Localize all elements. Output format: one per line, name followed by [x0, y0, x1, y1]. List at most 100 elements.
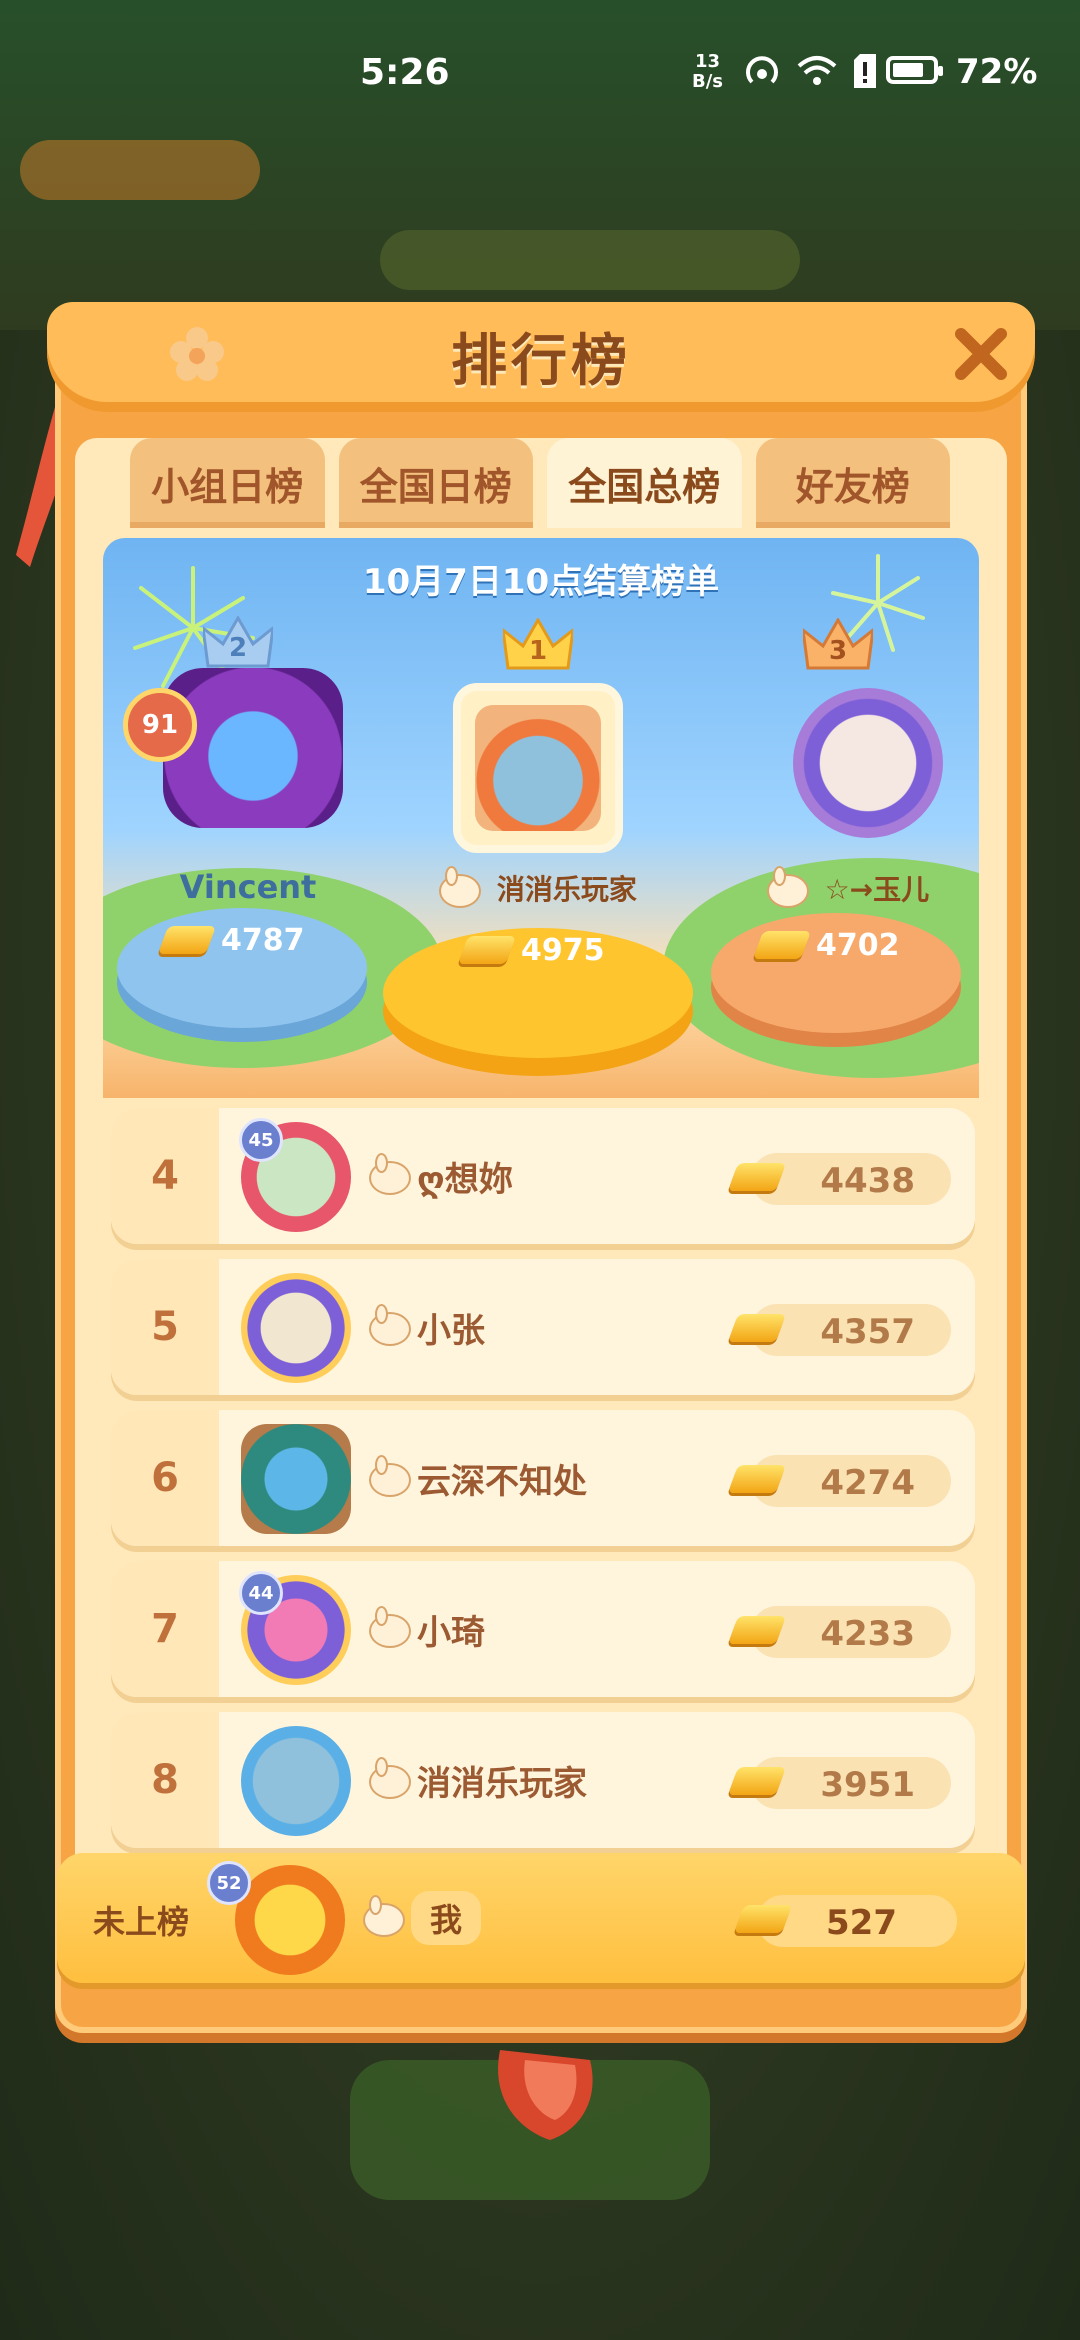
my-avatar[interactable] — [235, 1865, 345, 1975]
score-value: 4357 — [820, 1312, 915, 1352]
hotspot-icon — [746, 56, 778, 84]
status-icons — [742, 54, 878, 88]
tab-friends[interactable]: 好友榜 — [755, 438, 950, 528]
status-bar: 5:26 13 B/s 72% — [0, 40, 1080, 110]
gold-bar-icon — [727, 1314, 787, 1342]
rank-number: 7 — [111, 1561, 219, 1697]
list-item[interactable]: 4 45 ღ想妳 4438 — [111, 1108, 975, 1244]
podium-rank-third: 3 — [828, 636, 848, 666]
player-avatar-first[interactable] — [453, 683, 623, 853]
my-rank-row[interactable]: 未上榜 52 我 527 — [57, 1853, 1025, 1983]
ribbon-decoration — [498, 2050, 593, 2140]
player-name: ღ想妳 — [417, 1160, 513, 1200]
leaderboard-dialog: 排行榜 小组日榜 全国日榜 全国总榜 好友榜 10月7日10点结算榜单 2 91… — [47, 302, 1035, 2033]
podium-rank-first: 1 — [528, 636, 548, 666]
bunny-badge-icon — [369, 1606, 411, 1648]
player-name: 小张 — [417, 1311, 485, 1351]
bunny-badge-icon — [369, 1153, 411, 1195]
gold-bar-icon — [727, 1616, 787, 1644]
list-item[interactable]: 5 小张 4357 — [111, 1259, 975, 1395]
avatar[interactable] — [241, 1273, 351, 1383]
ranking-list: 4 45 ღ想妳 4438 5 小张 4357 6 云深不知处 4274 7 4… — [111, 1108, 975, 1863]
tab-national-total[interactable]: 全国总榜 — [547, 438, 742, 528]
gold-bar-icon — [733, 1905, 793, 1933]
score-value: 4438 — [820, 1161, 915, 1201]
list-item[interactable]: 6 云深不知处 4274 — [111, 1410, 975, 1546]
my-score-value: 527 — [826, 1903, 897, 1943]
avatar-image — [475, 705, 601, 831]
player-name: 云深不知处 — [417, 1462, 587, 1502]
avatar[interactable] — [241, 1424, 351, 1534]
bunny-badge-icon — [363, 1895, 405, 1937]
score-box: 4274 — [727, 1455, 951, 1507]
player-name: 消消乐玩家 — [417, 1764, 587, 1804]
podium-score-second-value: 4787 — [221, 922, 305, 958]
wifi-icon — [797, 56, 837, 85]
tab-bar: 小组日榜 全国日榜 全国总榜 好友榜 — [130, 438, 950, 528]
network-speed: 13 B/s — [692, 52, 723, 92]
podium-name-first: 消消乐玩家 — [496, 873, 637, 906]
gold-bar-icon — [727, 1767, 787, 1795]
tab-national-daily[interactable]: 全国日榜 — [338, 438, 533, 528]
podium-name-third: ☆→玉儿 — [824, 873, 930, 906]
podium-score-third: 4702 — [752, 923, 900, 967]
podium-score-third-value: 4702 — [816, 927, 900, 963]
list-item[interactable]: 8 消消乐玩家 3951 — [111, 1712, 975, 1848]
score-value: 3951 — [820, 1765, 915, 1805]
podium-name-first-row: 消消乐玩家 — [403, 866, 673, 908]
battery-percent: 72% — [956, 52, 1038, 92]
level-badge: 45 — [239, 1118, 283, 1162]
bunny-badge-icon — [369, 1304, 411, 1346]
score-value: 4233 — [820, 1614, 915, 1654]
level-badge: 44 — [239, 1571, 283, 1615]
gold-bar-icon — [752, 931, 812, 959]
close-icon — [955, 328, 1007, 380]
bunny-badge-icon — [369, 1455, 411, 1497]
gold-bar-icon — [727, 1163, 787, 1191]
gold-bar-icon — [727, 1465, 787, 1493]
rank-number: 4 — [111, 1108, 219, 1244]
player-level-badge: 91 — [123, 688, 197, 762]
podium-score-first: 4975 — [457, 928, 605, 972]
score-box: 3951 — [727, 1757, 951, 1809]
rank-number: 5 — [111, 1259, 219, 1395]
status-time: 5:26 — [360, 52, 450, 93]
gold-bar-icon — [457, 936, 517, 964]
avatar[interactable] — [241, 1726, 351, 1836]
network-speed-unit: B/s — [692, 71, 724, 92]
score-box: 4357 — [727, 1304, 951, 1356]
list-item[interactable]: 7 44 小琦 4233 — [111, 1561, 975, 1697]
dialog-header: 排行榜 — [47, 302, 1035, 412]
my-level-badge: 52 — [207, 1861, 251, 1905]
player-avatar-second[interactable] — [163, 668, 343, 828]
close-button[interactable] — [949, 324, 1013, 388]
podium-score-first-value: 4975 — [521, 932, 605, 968]
player-name: 小琦 — [417, 1613, 485, 1653]
podium-name-third-row: ☆→玉儿 — [743, 866, 953, 908]
dialog-title: 排行榜 — [451, 329, 631, 394]
my-score-box: 527 — [733, 1895, 957, 1947]
podium-name-second: Vincent — [179, 868, 317, 906]
player-avatar-third[interactable] — [793, 688, 943, 838]
bunny-badge-icon — [766, 866, 809, 908]
sim-alert-icon — [854, 54, 876, 88]
rank-number: 6 — [111, 1410, 219, 1546]
gold-bar-icon — [157, 926, 217, 954]
score-box: 4233 — [727, 1606, 951, 1658]
my-name: 我 — [411, 1891, 481, 1945]
score-value: 4274 — [820, 1463, 915, 1503]
podium-rank-second: 2 — [228, 633, 248, 663]
podium-score-second: 4787 — [157, 918, 305, 962]
tab-group-daily[interactable]: 小组日榜 — [130, 438, 325, 528]
battery-icon — [886, 56, 943, 84]
player-level-value: 91 — [141, 710, 179, 740]
rank-number: 8 — [111, 1712, 219, 1848]
network-speed-value: 13 — [694, 51, 721, 72]
bunny-badge-icon — [439, 866, 482, 908]
background-blur-shape — [380, 230, 800, 290]
background-blur-shape — [20, 140, 260, 200]
bunny-badge-icon — [369, 1757, 411, 1799]
score-box: 4438 — [727, 1153, 951, 1205]
podium-section: 10月7日10点结算榜单 2 91 Vincent 4787 1 消消乐玩家 4… — [103, 538, 979, 1098]
my-rank-status: 未上榜 — [93, 1903, 190, 1941]
